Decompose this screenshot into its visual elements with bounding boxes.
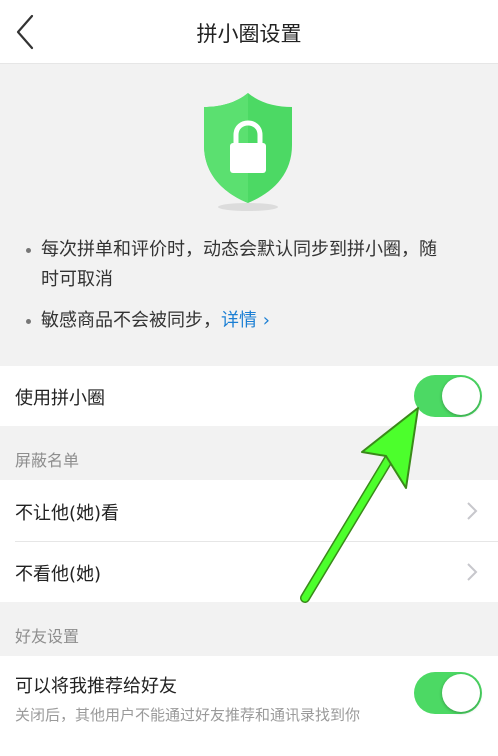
chevron-right-icon — [467, 502, 478, 520]
not-see-row[interactable]: 不看他(她) — [0, 542, 498, 602]
recommend-description: 关闭后，其他用户不能通过好友推荐和通讯录找到你 — [15, 706, 361, 724]
info-text-sync: 每次拼单和评价时，动态会默认同步到拼小圈，随时可取消 — [41, 239, 437, 290]
info-bullet-sync: 每次拼单和评价时，动态会默认同步到拼小圈，随时可取消 — [26, 235, 446, 295]
not-see-label: 不看他(她) — [15, 564, 102, 585]
use-pinxiaoquan-toggle[interactable] — [414, 375, 482, 417]
block-list-section-title: 屏蔽名单 — [15, 451, 80, 470]
navigation-bar: 拼小圈设置 — [0, 0, 498, 64]
shield-lock-icon — [204, 93, 292, 211]
recommend-toggle[interactable] — [414, 672, 482, 714]
toggle-knob — [442, 674, 480, 712]
info-panel: 每次拼单和评价时，动态会默认同步到拼小圈，随时可取消 敏感商品不会被同步，详情 … — [0, 65, 498, 365]
hide-from-label: 不让他(她)看 — [15, 503, 120, 524]
page-title: 拼小圈设置 — [196, 22, 302, 46]
details-link[interactable]: 详情 › — [221, 310, 270, 331]
recommend-label: 可以将我推荐给好友 — [15, 676, 177, 697]
recommend-row: 可以将我推荐给好友 关闭后，其他用户不能通过好友推荐和通讯录找到你 — [0, 656, 498, 756]
info-text-sensitive: 敏感商品不会被同步，详情 › — [41, 306, 456, 336]
chevron-right-icon — [467, 563, 478, 581]
bullet-dot — [26, 248, 31, 253]
use-pinxiaoquan-row: 使用拼小圈 — [0, 366, 498, 426]
info-text-sensitive-body: 敏感商品不会被同步， — [41, 310, 221, 331]
block-list-group: 不让他(她)看 不看他(她) — [0, 480, 498, 602]
toggle-knob — [442, 377, 480, 415]
bullet-dot — [26, 319, 31, 324]
hide-from-row[interactable]: 不让他(她)看 — [0, 480, 498, 541]
info-bullet-sensitive: 敏感商品不会被同步，详情 › — [26, 306, 456, 336]
friend-settings-section-title: 好友设置 — [15, 627, 80, 646]
use-pinxiaoquan-label: 使用拼小圈 — [15, 388, 105, 409]
